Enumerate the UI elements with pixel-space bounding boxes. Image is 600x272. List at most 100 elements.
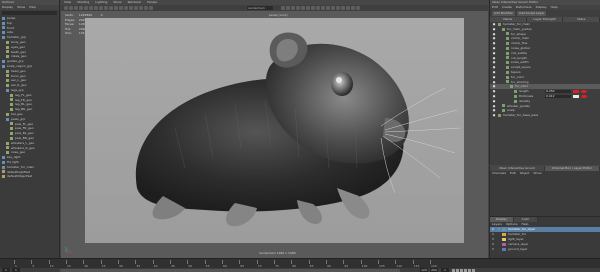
viewport-tool-icon[interactable] bbox=[124, 6, 128, 10]
outliner-item-label: defaultObjectSet bbox=[7, 174, 33, 179]
viewport-tool-icon[interactable] bbox=[281, 6, 285, 10]
viewport-tool-icon[interactable] bbox=[291, 6, 295, 10]
mesh-icon bbox=[6, 69, 9, 73]
viewport-tool-icon[interactable] bbox=[321, 6, 325, 10]
viewport-tool-icon[interactable] bbox=[119, 6, 123, 10]
outliner-tree[interactable]: persp top front side hamster_grp body_geo eyes… bbox=[0, 16, 59, 179]
viewport-tool-icon[interactable] bbox=[74, 6, 78, 10]
viewport-tool-icon[interactable] bbox=[99, 6, 103, 10]
modifier-icon bbox=[514, 94, 517, 98]
viewport-tool-icon[interactable] bbox=[351, 6, 355, 10]
mesh-icon bbox=[6, 84, 9, 88]
viewport-tool-icon[interactable] bbox=[114, 6, 118, 10]
xgen-tree[interactable]: ● hamster_fur_main ● fur_main_guides ● fur_sh… bbox=[490, 22, 600, 118]
group-icon bbox=[2, 156, 5, 159]
viewport-tool-icon[interactable] bbox=[306, 6, 310, 10]
viewport-toolbar: renderCam bbox=[61, 5, 488, 11]
viewport-tool-icon[interactable] bbox=[311, 6, 315, 10]
playback-end-field[interactable]: 120 bbox=[420, 268, 428, 272]
camera-field[interactable]: renderCam bbox=[247, 6, 273, 10]
viewport-tool-icon[interactable] bbox=[89, 6, 93, 10]
outliner-item[interactable]: defaultObjectSet bbox=[0, 174, 59, 179]
layer-list[interactable]: V Phamster_fur_layer Vhamster_fur Vlight_la… bbox=[490, 227, 600, 252]
channel-box-menu-item[interactable]: Object bbox=[520, 171, 530, 176]
viewport-tool-icon[interactable] bbox=[341, 6, 345, 10]
color-swatch[interactable] bbox=[573, 94, 579, 99]
viewport-tool-icon[interactable] bbox=[134, 6, 138, 10]
modifier-icon bbox=[506, 75, 509, 79]
viewport-tool-icon[interactable] bbox=[94, 6, 98, 10]
viewport-tool-icon[interactable] bbox=[336, 6, 340, 10]
modifier-icon bbox=[506, 56, 509, 60]
group-icon bbox=[2, 165, 5, 169]
xgen-item[interactable]: ● hamster_fur_base_pass bbox=[490, 113, 600, 118]
modifier-icon bbox=[502, 27, 505, 31]
layer-color-swatch[interactable] bbox=[502, 233, 506, 236]
add-sculpt-layer-button[interactable]: Add Sculpt Layer bbox=[516, 11, 547, 16]
viewport-tool-icon[interactable] bbox=[286, 6, 290, 10]
range-end-field[interactable]: 200 bbox=[430, 268, 438, 272]
xgen-menu-item[interactable]: Edit bbox=[492, 5, 498, 10]
modifier-icon bbox=[506, 80, 509, 84]
outliner-menu-item[interactable]: Display bbox=[2, 5, 13, 10]
channel-box-menu-item[interactable]: Channels bbox=[492, 171, 506, 176]
viewport-tool-icon[interactable] bbox=[109, 6, 113, 10]
layer-color-swatch[interactable] bbox=[502, 248, 506, 251]
viewport-tool-icon[interactable] bbox=[144, 6, 148, 10]
viewport-tool-icon[interactable] bbox=[356, 6, 360, 10]
mesh-icon bbox=[6, 141, 9, 145]
xgen-menu-item[interactable]: Help bbox=[551, 5, 558, 10]
viewport-tool-icon[interactable] bbox=[346, 6, 350, 10]
group-icon bbox=[2, 64, 5, 68]
layer-label: ground_layer bbox=[508, 247, 528, 251]
viewport-tool-icon[interactable] bbox=[331, 6, 335, 10]
viewport-panel[interactable]: View Shading Lighting Show Renderer Panels re… bbox=[61, 0, 488, 258]
layer-editor-panel: Display Anim Layers Options Help V Phamster… bbox=[489, 216, 600, 258]
viewport-tool-icon[interactable] bbox=[139, 6, 143, 10]
camera-icon bbox=[2, 26, 5, 30]
tab-channel-box[interactable]: Channel Box / Layer Editor bbox=[545, 166, 600, 171]
outliner-search-input[interactable] bbox=[2, 11, 57, 15]
viewport-tool-icon[interactable] bbox=[64, 6, 68, 10]
viewport-tool-icon[interactable] bbox=[84, 6, 88, 10]
viewport-tool-icon[interactable] bbox=[296, 6, 300, 10]
time-slider[interactable]: 1 5 10 15 20 25 30 35 40 45 50 55 60 65 70 75 80 85 90 95 10… bbox=[0, 258, 600, 272]
viewport-tool-icon[interactable] bbox=[149, 6, 153, 10]
layer-row[interactable]: Vground_layer bbox=[490, 247, 600, 252]
mesh-icon bbox=[10, 103, 13, 107]
xgen-menu-item[interactable]: Deformers bbox=[516, 5, 532, 10]
resolution-label: renderCam 1920 x 1080 bbox=[259, 251, 296, 255]
viewport-tool-icon[interactable] bbox=[69, 6, 73, 10]
layer-color-swatch[interactable] bbox=[502, 228, 506, 231]
current-frame-field[interactable]: 1 bbox=[441, 268, 449, 272]
viewport-tool-icon[interactable] bbox=[326, 6, 330, 10]
modifier-icon bbox=[514, 99, 517, 103]
layer-visibility-toggle[interactable]: V bbox=[490, 247, 496, 252]
camera-icon bbox=[2, 16, 5, 20]
layer-color-swatch[interactable] bbox=[502, 243, 506, 246]
color-swatch[interactable] bbox=[573, 89, 579, 94]
mesh-icon bbox=[10, 132, 13, 136]
xgen-value-field[interactable]: 0.012 bbox=[545, 94, 571, 99]
outliner-menu-item[interactable]: Show bbox=[17, 5, 25, 10]
color-swatch[interactable] bbox=[581, 89, 587, 94]
layer-color-swatch[interactable] bbox=[502, 238, 506, 241]
xgen-menu-item[interactable]: Display bbox=[536, 5, 547, 10]
viewport-tool-icon[interactable] bbox=[301, 6, 305, 10]
outliner-menu-item[interactable]: Help bbox=[29, 5, 36, 10]
modifier-icon bbox=[502, 104, 505, 108]
color-swatch[interactable] bbox=[581, 94, 587, 99]
range-start-field[interactable]: 1 bbox=[2, 268, 10, 272]
viewport-tool-icon[interactable] bbox=[129, 6, 133, 10]
xgen-menu-item[interactable]: Create bbox=[502, 5, 512, 10]
xgen-value-field[interactable]: 0.250 bbox=[545, 89, 571, 94]
viewport-tool-icon[interactable] bbox=[104, 6, 108, 10]
playback-start-field[interactable]: 1 bbox=[12, 268, 20, 272]
modifier-icon bbox=[514, 90, 517, 94]
viewport-tool-icon[interactable] bbox=[316, 6, 320, 10]
add-modifier-button[interactable]: Add Modifier bbox=[492, 11, 515, 16]
viewport-tool-icon[interactable] bbox=[79, 6, 83, 10]
eye-icon[interactable]: ● bbox=[490, 113, 498, 118]
channel-box-menu-item[interactable]: Edit bbox=[510, 171, 516, 176]
channel-box-menu-item[interactable]: Show bbox=[533, 171, 541, 176]
